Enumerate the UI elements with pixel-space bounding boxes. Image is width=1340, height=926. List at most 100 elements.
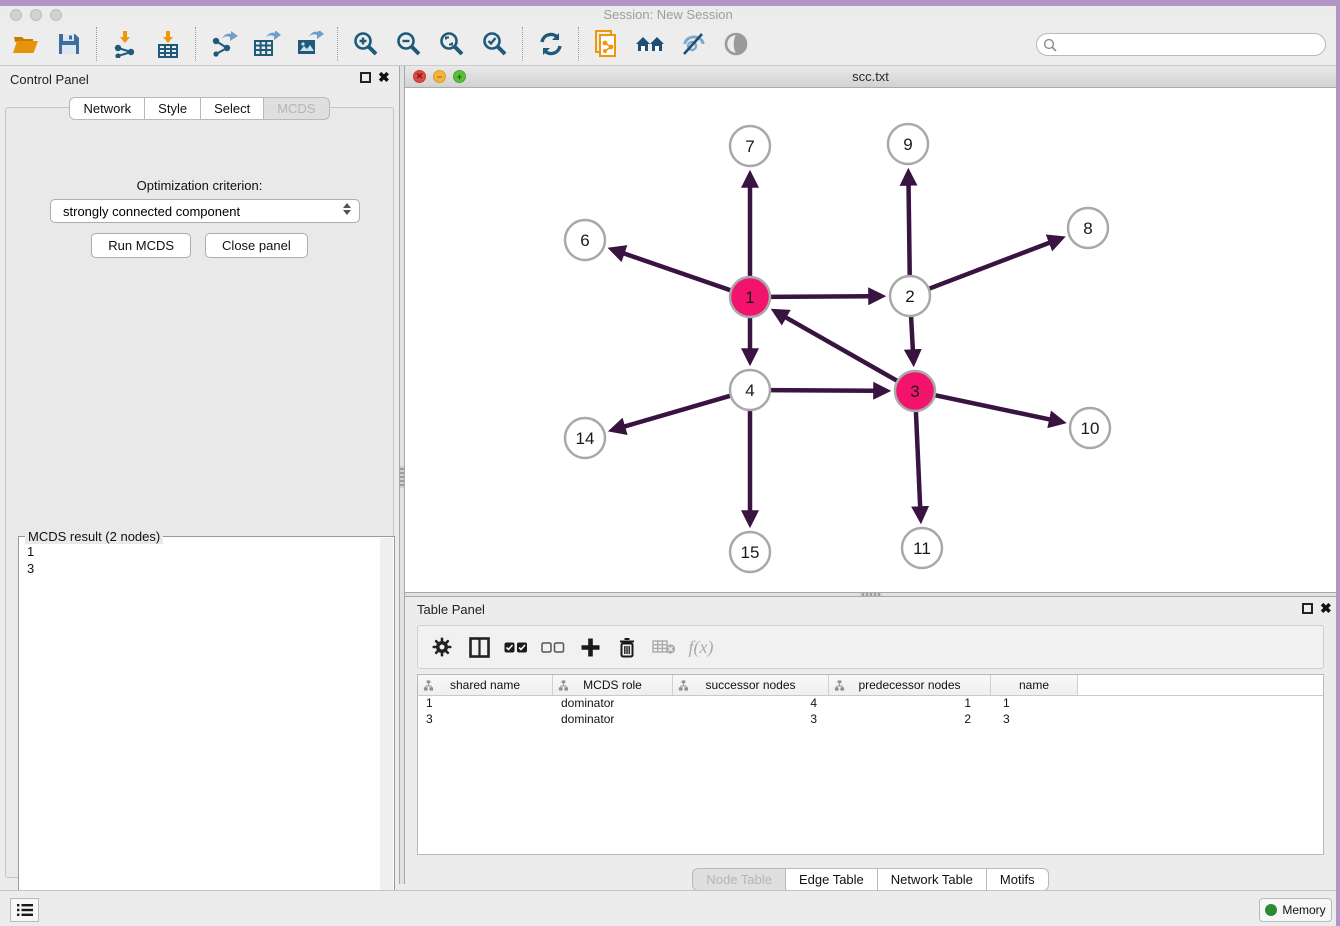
memory-label: Memory <box>1282 903 1325 917</box>
graph-edge-1-2[interactable] <box>768 296 870 297</box>
search-input[interactable] <box>1057 38 1325 52</box>
graph-edge-2-8[interactable] <box>927 242 1051 289</box>
table-header-row: shared nameMCDS rolesuccessor nodesprede… <box>418 675 1323 696</box>
import-network-icon <box>112 30 138 58</box>
zoom-in-button[interactable] <box>344 26 387 62</box>
column-header-predecessor-nodes[interactable]: predecessor nodes <box>829 675 991 695</box>
first-neighbors-button[interactable] <box>628 26 671 62</box>
table-toolbar: f(x) <box>417 625 1324 669</box>
copy-network-button[interactable] <box>585 26 628 62</box>
graph-node-label: 7 <box>745 137 754 156</box>
app-window: Session: New Session <box>0 6 1336 926</box>
zoom-fit-button[interactable] <box>430 26 473 62</box>
splitter-grip[interactable] <box>860 593 882 596</box>
network-window-titlebar: ✕ − + scc.txt <box>405 66 1336 88</box>
graph-node-label: 4 <box>745 381 754 400</box>
hide-selected-button[interactable] <box>671 26 714 62</box>
float-panel-icon[interactable] <box>360 72 371 83</box>
zoom-out-button[interactable] <box>387 26 430 62</box>
tab-network-table[interactable]: Network Table <box>878 868 987 891</box>
graph-edge-1-6[interactable] <box>623 253 733 291</box>
tab-select[interactable]: Select <box>201 97 264 120</box>
splitter-grip[interactable] <box>400 466 404 488</box>
list-icon <box>17 903 33 917</box>
column-header-name[interactable]: name <box>991 675 1078 695</box>
mcds-result-legend: MCDS result (2 nodes) <box>25 529 163 544</box>
table-cell: 4 <box>673 696 829 712</box>
toolbar-separator <box>522 27 523 61</box>
column-header-MCDS-role[interactable]: MCDS role <box>553 675 673 695</box>
zoom-selected-button[interactable] <box>473 26 516 62</box>
hide-glasses-icon <box>680 32 706 56</box>
refresh-icon <box>538 32 564 56</box>
export-table-button[interactable] <box>245 26 288 62</box>
export-image-button[interactable] <box>288 26 331 62</box>
zoom-selected-icon <box>482 31 508 57</box>
tab-network[interactable]: Network <box>69 97 145 120</box>
graph-edge-3-10[interactable] <box>933 395 1051 420</box>
network-canvas[interactable]: 7968124314101511 <box>405 88 1336 592</box>
export-table-icon <box>253 31 281 57</box>
table-row[interactable]: 1dominator411 <box>418 696 1323 712</box>
table-body: 1dominator4113dominator323 <box>418 696 1323 728</box>
tab-node-table[interactable]: Node Table <box>692 868 786 891</box>
graph-node-label: 1 <box>745 288 754 307</box>
network-view-window: ✕ − + scc.txt 7968124314101511 <box>405 66 1336 592</box>
search-field[interactable] <box>1036 33 1326 56</box>
show-column-panel-button[interactable] <box>465 632 493 662</box>
result-line: 3 <box>27 560 34 577</box>
control-panel-title: Control Panel <box>10 72 89 87</box>
result-scrollbar[interactable] <box>380 538 393 911</box>
graph-edge-3-11[interactable] <box>916 409 920 508</box>
column-header-successor-nodes[interactable]: successor nodes <box>673 675 829 695</box>
refresh-network-button[interactable] <box>529 26 572 62</box>
memory-status-icon <box>1265 904 1277 916</box>
show-all-button[interactable] <box>714 26 757 62</box>
columns-icon <box>469 637 490 658</box>
zoom-fit-icon <box>439 31 465 57</box>
float-panel-icon[interactable] <box>1302 603 1313 614</box>
delete-table-button[interactable] <box>650 632 678 662</box>
window-title: Session: New Session <box>0 7 1336 22</box>
table-cell: 3 <box>418 712 553 728</box>
tab-style[interactable]: Style <box>145 97 201 120</box>
copy-network-icon <box>594 30 620 58</box>
criterion-dropdown[interactable]: strongly connected component <box>50 199 360 223</box>
close-panel-icon[interactable]: ✖ <box>378 69 390 86</box>
save-session-button[interactable] <box>47 26 90 62</box>
task-history-button[interactable] <box>10 898 39 922</box>
tab-edge-table[interactable]: Edge Table <box>786 868 878 891</box>
node-table[interactable]: shared nameMCDS rolesuccessor nodesprede… <box>417 674 1324 855</box>
tab-motifs[interactable]: Motifs <box>987 868 1049 891</box>
create-column-button[interactable] <box>576 632 604 662</box>
import-table-button[interactable] <box>146 26 189 62</box>
toolbar-separator <box>195 27 196 61</box>
graph-edge-2-3[interactable] <box>911 314 913 351</box>
export-network-icon <box>210 31 238 57</box>
open-session-button[interactable] <box>4 26 47 62</box>
memory-button[interactable]: Memory <box>1259 898 1332 922</box>
run-mcds-button[interactable]: Run MCDS <box>91 233 191 258</box>
export-network-button[interactable] <box>202 26 245 62</box>
graph-node-label: 10 <box>1081 419 1100 438</box>
close-panel-button[interactable]: Close panel <box>205 233 308 258</box>
table-cell: dominator <box>553 712 673 728</box>
dropdown-stepper-icon <box>343 203 351 215</box>
export-image-icon <box>296 31 324 57</box>
function-builder-button[interactable]: f(x) <box>687 632 715 662</box>
import-network-button[interactable] <box>103 26 146 62</box>
graph-edge-2-9[interactable] <box>909 184 910 278</box>
delete-column-button[interactable] <box>613 632 641 662</box>
graph-edge-4-3[interactable] <box>768 390 875 391</box>
graph-edge-4-14[interactable] <box>623 395 732 427</box>
close-panel-icon[interactable]: ✖ <box>1320 600 1332 617</box>
column-header-shared-name[interactable]: shared name <box>418 675 553 695</box>
network-graph[interactable]: 7968124314101511 <box>405 88 1336 592</box>
table-row[interactable]: 3dominator323 <box>418 712 1323 728</box>
select-all-button[interactable] <box>502 632 530 662</box>
zoom-in-icon <box>353 31 379 57</box>
tab-mcds[interactable]: MCDS <box>264 97 329 120</box>
graph-edge-3-1[interactable] <box>785 317 900 382</box>
table-settings-button[interactable] <box>428 632 456 662</box>
unselect-all-button[interactable] <box>539 632 567 662</box>
